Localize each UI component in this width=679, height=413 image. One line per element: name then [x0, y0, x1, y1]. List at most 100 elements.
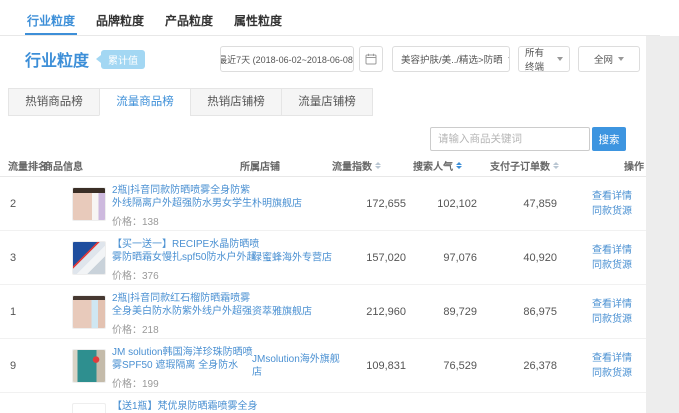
- product-price: 价格：199: [112, 375, 260, 390]
- product-thumbnail: [72, 349, 106, 383]
- same-supply-link[interactable]: 同款货源: [588, 204, 636, 219]
- calendar-icon: [365, 53, 377, 65]
- rank-value: 9: [10, 360, 16, 372]
- category-dropdown-label: 美容护肤/美../精选>防晒: [401, 52, 503, 66]
- shop-link[interactable]: 绿蜜蜂海外专营店: [252, 251, 344, 264]
- page-title: 行业粒度: [25, 47, 89, 71]
- col-header-search-popularity-label: 搜索人气: [413, 158, 453, 173]
- search-popularity-value: 89,729: [407, 306, 477, 318]
- product-name-link[interactable]: 【买一送一】RECIPE水晶防晒喷雾防晒霜女慢扎spf50防水户外超强: [112, 238, 260, 264]
- product-price: 价格：138: [112, 213, 260, 228]
- industry-analytics-page: 行业粒度 品牌粒度 产品粒度 属性粒度 行业粒度 累计值 最近7天 (2018-…: [0, 0, 679, 413]
- calendar-button[interactable]: [359, 46, 383, 72]
- view-detail-link[interactable]: 查看详情: [588, 297, 636, 312]
- col-header-product: 商品信息: [43, 158, 83, 173]
- same-supply-link[interactable]: 同款货源: [588, 366, 636, 381]
- col-header-rank: 流量排名: [8, 158, 48, 173]
- page-background-strip: [646, 36, 679, 413]
- view-detail-link[interactable]: 查看详情: [588, 189, 636, 204]
- product-thumbnail: [72, 403, 106, 413]
- same-supply-link[interactable]: 同款货源: [588, 258, 636, 273]
- shop-link[interactable]: 资萃雅旗舰店: [252, 305, 344, 318]
- rank-value: 3: [10, 252, 16, 264]
- rank-value: 2: [10, 198, 16, 210]
- sort-icon: [553, 162, 559, 170]
- nav-tab-industry[interactable]: 行业粒度: [25, 0, 77, 35]
- search-popularity-value: 102,102: [407, 198, 477, 210]
- col-header-traffic-index-label: 流量指数: [332, 158, 372, 173]
- traffic-index-value: 109,831: [336, 360, 406, 372]
- same-supply-link[interactable]: 同款货源: [588, 312, 636, 327]
- product-thumbnail: [72, 241, 106, 275]
- traffic-index-value: 157,020: [336, 252, 406, 264]
- product-price: 价格：218: [112, 321, 260, 336]
- tab-hot-shops[interactable]: 热销店铺榜: [190, 88, 282, 116]
- chevron-down-icon: [508, 57, 510, 61]
- col-header-search-popularity[interactable]: 搜索人气: [413, 158, 462, 173]
- table-row: 3 【买一送一】RECIPE水晶防晒喷雾防晒霜女慢扎spf50防水户外超强 价格…: [0, 231, 646, 285]
- col-header-paid-orders[interactable]: 支付子订单数: [490, 158, 559, 173]
- chevron-down-icon: [618, 57, 624, 61]
- table-row: 1 2瓶|抖音同款红石榴防晒霜喷雾全身美白防水防紫外线户外超强男女 价格：218…: [0, 285, 646, 339]
- network-dropdown[interactable]: 全网: [578, 46, 640, 72]
- search-input[interactable]: [430, 127, 590, 151]
- paid-orders-value: 40,920: [487, 252, 557, 264]
- view-detail-link[interactable]: 查看详情: [588, 243, 636, 258]
- col-header-shop: 所属店铺: [240, 158, 280, 173]
- view-detail-link[interactable]: 查看详情: [588, 351, 636, 366]
- terminal-dropdown[interactable]: 所有终端: [518, 46, 570, 72]
- product-name-link[interactable]: 2瓶|抖音同款红石榴防晒霜喷雾全身美白防水防紫外线户外超强男女: [112, 292, 260, 318]
- search-button[interactable]: 搜索: [592, 127, 626, 151]
- col-header-traffic-index[interactable]: 流量指数: [332, 158, 381, 173]
- product-info: 【送1瓶】梵优泉防晒霜喷雾全身户外隔: [112, 400, 260, 413]
- sort-icon: [375, 162, 381, 170]
- tab-hot-products[interactable]: 热销商品榜: [8, 88, 100, 116]
- table-header: 流量排名 商品信息 所属店铺 流量指数 搜索人气 支付子订单数 操作: [0, 152, 646, 177]
- date-range-selector[interactable]: 最近7天 (2018-06-02~2018-06-08): [220, 46, 354, 72]
- row-actions: 查看详情 同款货源: [588, 243, 636, 273]
- col-header-paid-orders-label: 支付子订单数: [490, 158, 550, 173]
- product-name-link[interactable]: 【送1瓶】梵优泉防晒霜喷雾全身户外隔: [112, 400, 260, 413]
- product-info: 【买一送一】RECIPE水晶防晒喷雾防晒霜女慢扎spf50防水户外超强 价格：3…: [112, 238, 260, 282]
- product-name-link[interactable]: 2瓶|抖音同款防晒喷雾全身防紫外线隔离户外超强防水男女学生: [112, 184, 260, 210]
- title-bar: 行业粒度 累计值: [25, 46, 145, 72]
- traffic-index-value: 212,960: [336, 306, 406, 318]
- product-info: 2瓶|抖音同款红石榴防晒霜喷雾全身美白防水防紫外线户外超强男女 价格：218: [112, 292, 260, 336]
- shop-link[interactable]: JMsolution海外旗舰店: [252, 353, 344, 379]
- nav-tab-attribute[interactable]: 属性粒度: [232, 0, 284, 35]
- network-dropdown-label: 全网: [594, 52, 613, 66]
- search-popularity-value: 97,076: [407, 252, 477, 264]
- table-row: 9 JM solution韩国海洋珍珠防晒喷雾SPF50 遮瑕隔离 全身防水18…: [0, 339, 646, 393]
- table-row: 2 2瓶|抖音同款防晒喷雾全身防紫外线隔离户外超强防水男女学生 价格：138 朴…: [0, 177, 646, 231]
- category-dropdown[interactable]: 美容护肤/美../精选>防晒: [392, 46, 510, 72]
- paid-orders-value: 26,378: [487, 360, 557, 372]
- table-row: 【送1瓶】梵优泉防晒霜喷雾全身户外隔: [0, 393, 646, 413]
- nav-tab-brand[interactable]: 品牌粒度: [94, 0, 146, 35]
- search-popularity-value: 76,529: [407, 360, 477, 372]
- stat-type-badge: 累计值: [101, 50, 145, 69]
- product-thumbnail: [72, 187, 106, 221]
- product-thumbnail: [72, 295, 106, 329]
- shop-link[interactable]: 朴明旗舰店: [252, 197, 344, 210]
- row-actions: 查看详情 同款货源: [588, 297, 636, 327]
- chevron-down-icon: [557, 57, 563, 61]
- product-info: 2瓶|抖音同款防晒喷雾全身防紫外线隔离户外超强防水男女学生 价格：138: [112, 184, 260, 228]
- nav-tab-product[interactable]: 产品粒度: [163, 0, 215, 35]
- tab-traffic-products[interactable]: 流量商品榜: [99, 88, 191, 116]
- terminal-dropdown-label: 所有终端: [525, 45, 552, 73]
- paid-orders-value: 47,859: [487, 198, 557, 210]
- search-bar: 搜索: [430, 127, 626, 151]
- rank-value: 1: [10, 306, 16, 318]
- paid-orders-value: 86,975: [487, 306, 557, 318]
- col-header-actions: 操作: [624, 158, 644, 173]
- top-nav: 行业粒度 品牌粒度 产品粒度 属性粒度: [0, 0, 660, 36]
- traffic-index-value: 172,655: [336, 198, 406, 210]
- row-actions: 查看详情 同款货源: [588, 351, 636, 381]
- row-actions: 查看详情 同款货源: [588, 189, 636, 219]
- product-name-link[interactable]: JM solution韩国海洋珍珠防晒喷雾SPF50 遮瑕隔离 全身防水180m…: [112, 346, 260, 372]
- ranking-tabs: 热销商品榜 流量商品榜 热销店铺榜 流量店铺榜: [8, 88, 373, 116]
- tab-traffic-shops[interactable]: 流量店铺榜: [281, 88, 373, 116]
- product-price: 价格：376: [112, 267, 260, 282]
- sort-icon: [456, 162, 462, 170]
- filter-bar: 最近7天 (2018-06-02~2018-06-08) 美容护肤/美../精选…: [220, 46, 640, 72]
